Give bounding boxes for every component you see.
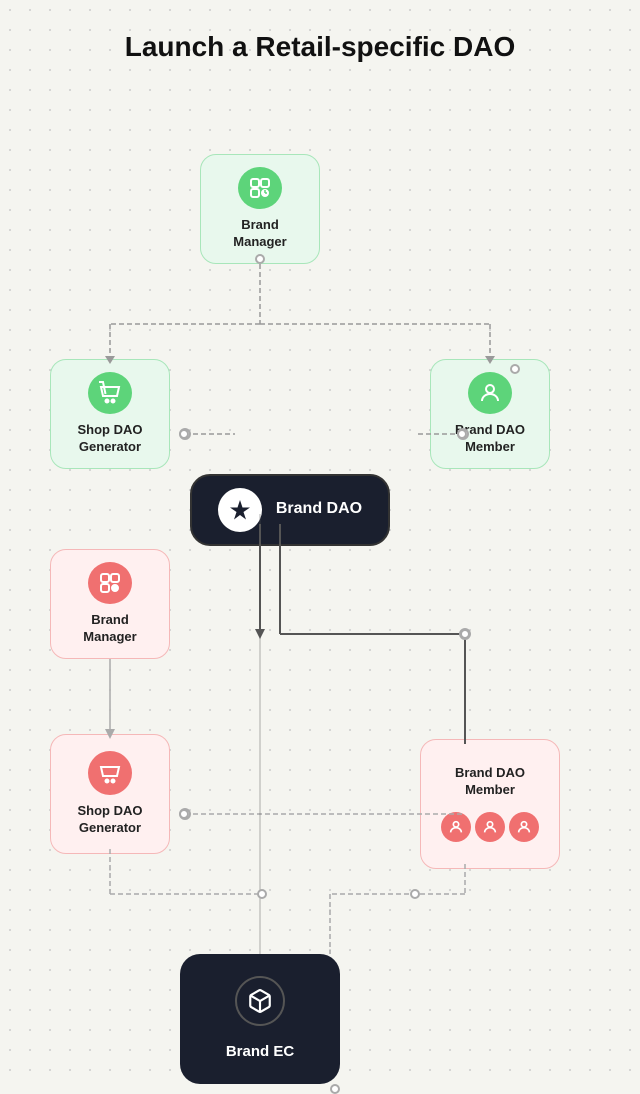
connector-dot-5	[410, 889, 420, 899]
avatar-1	[441, 812, 471, 842]
brand-dao-icon	[218, 488, 262, 532]
brand-dao-member-green-icon	[468, 372, 512, 414]
shop-dao-gen-green-label: Shop DAOGenerator	[78, 422, 143, 456]
shop-dao-gen-red-node: Shop DAOGenerator	[50, 734, 170, 854]
brand-dao-member-red-label: Brand DAOMember	[455, 765, 525, 799]
avatar-3	[509, 812, 539, 842]
connector-dot-4	[179, 809, 189, 819]
brand-manager-top-label: Brand Manager	[233, 217, 286, 251]
member-avatars	[441, 812, 539, 842]
brand-manager-red-node: BrandManager	[50, 549, 170, 659]
connector-dot-9	[330, 1084, 340, 1094]
brand-manager-top-node: Brand Manager	[200, 154, 320, 264]
brand-dao-label: Brand DAO	[276, 499, 362, 520]
connector-dot-8	[255, 254, 265, 264]
connector-dot-7	[510, 364, 520, 374]
brand-ec-node: Brand EC	[180, 954, 340, 1084]
connector-dot-2	[457, 429, 467, 439]
brand-dao-member-green-label: Brand DAOMember	[455, 422, 525, 456]
brand-dao-member-red-node: Brand DAOMember	[420, 739, 560, 869]
connector-dot-1	[179, 429, 189, 439]
brand-manager-top-icon	[238, 167, 282, 209]
brand-dao-member-green-node: Brand DAOMember	[430, 359, 550, 469]
brand-ec-label: Brand EC	[226, 1042, 294, 1062]
brand-manager-red-icon	[88, 562, 132, 604]
brand-dao-node: Brand DAO	[190, 474, 390, 546]
connector-dot-6	[257, 889, 267, 899]
shop-dao-gen-red-label: Shop DAOGenerator	[78, 803, 143, 837]
shop-dao-gen-red-icon	[88, 751, 132, 795]
page-title: Launch a Retail-specific DAO	[20, 30, 620, 64]
shop-dao-gen-green-icon	[88, 372, 132, 414]
brand-ec-icon	[235, 976, 285, 1026]
avatar-2	[475, 812, 505, 842]
connector-dot-3	[460, 629, 470, 639]
shop-dao-gen-green-node: Shop DAOGenerator	[50, 359, 170, 469]
brand-manager-red-label: BrandManager	[83, 612, 136, 646]
